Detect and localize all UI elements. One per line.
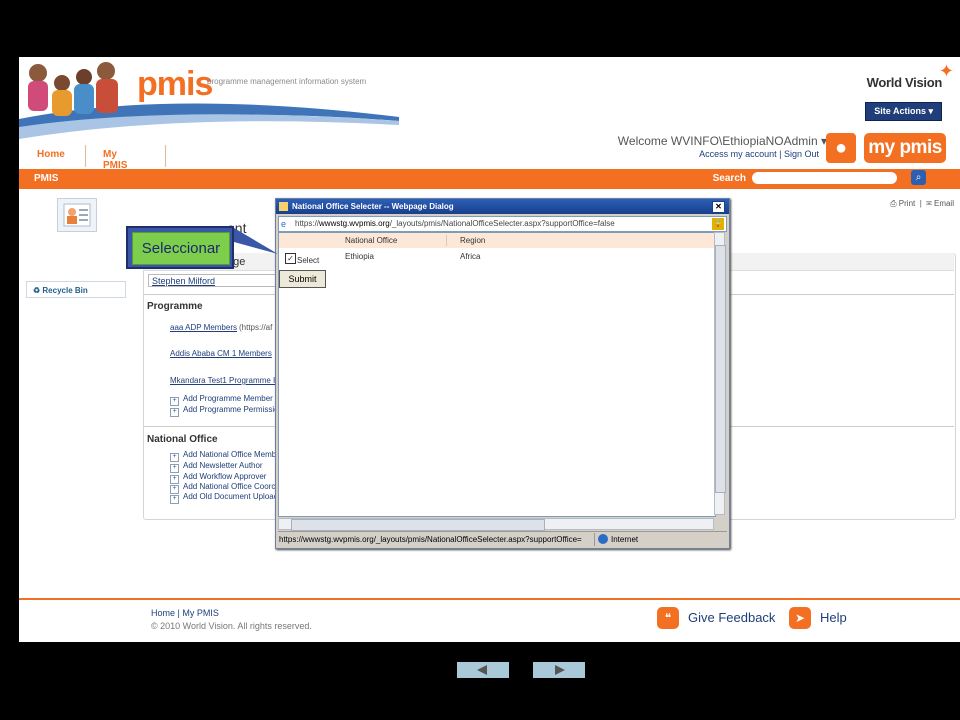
recycle-bin-icon: ♻ — [33, 286, 41, 295]
pmis-tagline: programme management information system — [207, 77, 367, 86]
dialog-title-bar[interactable]: National Office Selecter -- Webpage Dial… — [276, 199, 729, 214]
dialog-address-bar: e https://wwwstg.wvpmis.org/_layouts/pmi… — [278, 216, 727, 232]
internet-explorer-icon: e — [281, 219, 287, 229]
column-header-national-office: National Office — [345, 236, 398, 245]
status-divider — [594, 533, 595, 546]
callout-text: Seleccionar — [132, 232, 230, 265]
copyright-text: © 2010 World Vision. All rights reserved… — [151, 621, 312, 631]
world-vision-star-icon: ✦ — [938, 61, 954, 81]
person-icon[interactable]: ● — [826, 133, 856, 163]
footer-home-link[interactable]: Home — [151, 608, 175, 618]
header-banner: pmis programme management information sy… — [19, 57, 960, 139]
previous-slide-button[interactable] — [457, 662, 509, 678]
access-account-link[interactable]: Access my account — [699, 149, 777, 159]
user-profile-icon — [57, 198, 97, 232]
programme-link[interactable]: Mkandara Test1 Programme I — [170, 376, 275, 385]
nav-home[interactable]: Home — [37, 149, 65, 160]
close-icon[interactable]: ✕ — [712, 201, 725, 213]
nav-divider — [165, 145, 166, 167]
print-link[interactable]: Print — [899, 199, 915, 208]
give-feedback-link[interactable]: Give Feedback — [688, 610, 775, 625]
action-label: Add Old Document Uploac — [183, 492, 278, 501]
select-checkbox[interactable]: ✓ — [285, 253, 296, 264]
action-label: Add Workflow Approver — [183, 472, 267, 481]
feedback-icon[interactable]: ❝ — [657, 607, 679, 629]
nav-my-pmis[interactable]: My PMIS — [103, 149, 127, 171]
next-slide-button[interactable] — [533, 662, 585, 678]
vertical-scrollbar[interactable] — [714, 232, 726, 515]
select-checkbox-label: Select — [297, 256, 320, 265]
my-pmis-button[interactable]: my pmis — [864, 133, 946, 163]
programme-section-title: Programme — [147, 301, 203, 312]
callout-box: Seleccionar — [126, 226, 234, 269]
printer-icon[interactable]: ⎙ — [890, 199, 896, 208]
footer-divider — [19, 598, 960, 600]
dialog-window-icon — [279, 202, 288, 211]
dialog-title: National Office Selecter -- Webpage Dial… — [292, 202, 454, 211]
search-input[interactable] — [752, 172, 897, 184]
account-links: Access my account | Sign Out — [699, 149, 819, 159]
callout-pointer — [234, 228, 278, 254]
footer-my-pmis-link[interactable]: My PMIS — [182, 608, 219, 618]
owner-field[interactable]: Stephen Milford — [148, 274, 294, 287]
national-office-cell: Ethiopia — [345, 252, 374, 261]
dialog-content: National Office Region ✓ Select Ethiopia… — [278, 232, 716, 517]
sign-out-link[interactable]: Sign Out — [784, 149, 819, 159]
column-header-region: Region — [460, 236, 486, 245]
action-label: Add Newsletter Author — [183, 461, 263, 470]
help-icon[interactable]: ➤ — [789, 607, 811, 629]
world-vision-logo: World Vision — [866, 75, 943, 90]
orange-title-bar: PMIS Search ⌕ — [19, 169, 960, 189]
recycle-bin-label: Recycle Bin — [42, 286, 88, 295]
action-label: Add Programme Member — [183, 394, 273, 403]
footer-links: Home | My PMIS — [151, 608, 219, 618]
globe-icon — [598, 534, 608, 544]
triangle-right-icon — [555, 665, 565, 675]
search-label: Search — [712, 173, 746, 184]
add-programme-permission-action[interactable]: + Add Programme Permissic — [170, 405, 278, 417]
triangle-left-icon — [477, 665, 487, 675]
security-zone: Internet — [611, 535, 639, 544]
national-office-section-title: National Office — [147, 434, 218, 445]
add-icon: + — [170, 495, 179, 504]
action-label: Add Programme Permissic — [183, 405, 279, 414]
scroll-thumb[interactable] — [291, 519, 545, 531]
submit-button[interactable]: Submit — [279, 270, 326, 288]
pmis-logo[interactable]: pmis — [137, 65, 213, 104]
nav-divider — [85, 145, 86, 167]
search-icon[interactable]: ⌕ — [911, 170, 926, 185]
grid-header-row: National Office Region — [279, 233, 715, 248]
action-label: Add National Office Coorc — [183, 482, 276, 491]
column-divider — [446, 235, 447, 246]
horizontal-scrollbar[interactable] — [278, 518, 714, 531]
programme-link-url: (https://af — [239, 323, 273, 332]
status-url: https://wwwstg.wvpmis.org/_layouts/pmis/… — [279, 535, 582, 544]
help-link[interactable]: Help — [820, 610, 847, 625]
national-office-selecter-dialog: National Office Selecter -- Webpage Dial… — [275, 198, 730, 549]
programme-link[interactable]: Addis Ababa CM 1 Members — [170, 349, 272, 358]
action-label: Add National Office Memb — [183, 450, 277, 459]
dialog-status-bar: https://wwwstg.wvpmis.org/_layouts/pmis/… — [278, 531, 727, 547]
email-link[interactable]: Email — [934, 199, 954, 208]
programme-link[interactable]: aaa ADP Members — [170, 323, 237, 332]
scroll-thumb[interactable] — [715, 245, 726, 493]
add-icon: + — [170, 408, 179, 417]
dialog-url: https://wwwstg.wvpmis.org/_layouts/pmis/… — [295, 219, 615, 228]
children-photo — [28, 62, 118, 116]
welcome-user-menu[interactable]: Welcome WVINFO\EthiopiaNOAdmin ▾ — [618, 134, 827, 148]
lock-icon[interactable]: 🔒 — [712, 218, 724, 230]
recycle-bin-link[interactable]: ♻ Recycle Bin — [26, 281, 126, 298]
print-email-tools: ⎙ Print | ✉ Email — [890, 199, 954, 208]
site-actions-menu[interactable]: Site Actions ▾ — [865, 102, 942, 121]
site-label[interactable]: PMIS — [34, 173, 58, 184]
email-icon[interactable]: ✉ — [926, 199, 932, 208]
region-cell: Africa — [460, 252, 481, 261]
add-old-document-upload-action[interactable]: + Add Old Document Uploac — [170, 492, 278, 504]
table-row: ✓ Select Ethiopia Africa — [279, 251, 715, 267]
